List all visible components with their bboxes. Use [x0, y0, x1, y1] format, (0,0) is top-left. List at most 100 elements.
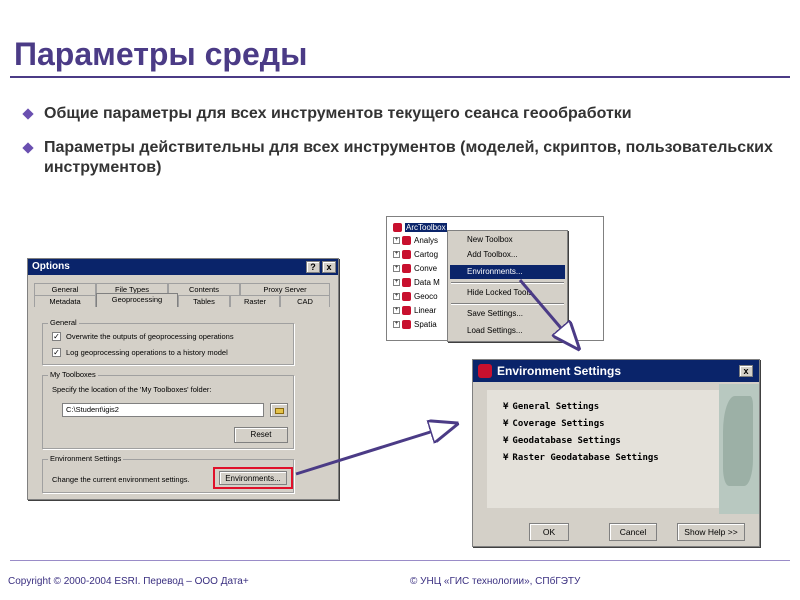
- toolboxes-path-input[interactable]: C:\Student\igis2: [62, 403, 264, 417]
- tab-general[interactable]: General: [34, 283, 96, 295]
- cancel-button[interactable]: Cancel: [609, 523, 657, 541]
- options-dialog: Options ? x General File Types Contents …: [27, 258, 339, 500]
- toolbox-icon: [402, 250, 411, 260]
- close-button[interactable]: x: [322, 261, 336, 273]
- tree-item[interactable]: + Geoco: [393, 290, 438, 303]
- environment-description: Change the current environment settings.: [52, 475, 190, 484]
- tab-cad[interactable]: CAD: [280, 295, 330, 307]
- tree-item[interactable]: + Cartog: [393, 248, 438, 261]
- title-divider: [10, 76, 790, 78]
- tree-item-label: Analys: [414, 236, 439, 245]
- bullet-list: Общие параметры для всех инструментов те…: [22, 104, 792, 192]
- chevron-down-icon: ¥: [503, 453, 509, 463]
- footer-copyright: Copyright © 2000-2004 ESRI. Перевод – ОО…: [8, 576, 249, 587]
- tree-item[interactable]: + Conve: [393, 262, 437, 275]
- tab-metadata[interactable]: Metadata: [34, 295, 96, 307]
- env-titlebar[interactable]: Environment Settings x: [473, 360, 759, 382]
- tree-item[interactable]: + Analys: [393, 234, 438, 247]
- expand-icon[interactable]: +: [393, 293, 400, 301]
- options-title: Options: [32, 261, 70, 272]
- folder-icon: [275, 408, 284, 414]
- menu-item-add-toolbox[interactable]: Add Toolbox...: [450, 248, 565, 262]
- reset-button[interactable]: Reset: [234, 427, 288, 443]
- general-group: [42, 323, 294, 365]
- expand-icon[interactable]: +: [393, 321, 400, 329]
- expand-icon[interactable]: +: [393, 237, 400, 245]
- show-help-button[interactable]: Show Help >>: [677, 523, 745, 541]
- environments-highlight-box: Environments...: [213, 467, 293, 489]
- log-history-label: Log geoprocessing operations to a histor…: [66, 348, 228, 357]
- toolboxes-group-label: My Toolboxes: [48, 370, 98, 379]
- toolbox-context-menu: New Toolbox Add Toolbox... Environments.…: [447, 230, 568, 342]
- tab-proxy-server[interactable]: Proxy Server: [240, 283, 330, 295]
- toolbox-icon: [402, 306, 411, 316]
- log-history-checkbox[interactable]: ✓: [52, 348, 61, 357]
- env-title: Environment Settings: [497, 364, 622, 378]
- expand-icon[interactable]: +: [393, 265, 400, 273]
- toolbox-icon: [402, 264, 411, 274]
- tab-contents[interactable]: Contents: [168, 283, 240, 295]
- options-titlebar[interactable]: Options ? x: [28, 259, 338, 275]
- tree-item-label: Linear: [414, 306, 437, 315]
- browse-folder-button[interactable]: [270, 403, 288, 417]
- bullet-text: Параметры действительны для всех инструм…: [44, 139, 773, 176]
- bullet-item: Параметры действительны для всех инструм…: [22, 138, 792, 178]
- env-section-general[interactable]: ¥ General Settings: [503, 402, 599, 412]
- overwrite-label: Overwrite the outputs of geoprocessing o…: [66, 332, 234, 341]
- expand-icon[interactable]: +: [393, 307, 400, 315]
- toolbox-icon: [402, 236, 411, 246]
- bullet-text: Общие параметры для всех инструментов те…: [44, 105, 632, 122]
- toolbox-icon: [402, 292, 411, 302]
- menu-item-hide-locked-tools[interactable]: Hide Locked Tools: [450, 286, 565, 300]
- env-section-label: Raster Geodatabase Settings: [512, 453, 659, 463]
- tree-item[interactable]: + Linear: [393, 304, 436, 317]
- menu-item-load-settings[interactable]: Load Settings...: [450, 324, 565, 338]
- ok-button[interactable]: OK: [529, 523, 569, 541]
- env-section-coverage[interactable]: ¥ Coverage Settings: [503, 419, 605, 429]
- env-section-raster-geodatabase[interactable]: ¥ Raster Geodatabase Settings: [503, 453, 659, 463]
- footer-divider: [10, 560, 790, 561]
- tree-item-label: Conve: [414, 264, 438, 273]
- chevron-down-icon: ¥: [503, 402, 509, 412]
- arctoolbox-app-icon: [478, 364, 492, 378]
- expand-icon[interactable]: +: [393, 251, 400, 259]
- tree-root-label: ArcToolbox: [405, 223, 447, 232]
- toolboxes-description: Specify the location of the 'My Toolboxe…: [52, 385, 212, 394]
- diamond-bullet-icon: [22, 108, 34, 120]
- expand-icon[interactable]: +: [393, 279, 400, 287]
- env-section-geodatabase[interactable]: ¥ Geodatabase Settings: [503, 436, 621, 446]
- tree-item[interactable]: + Data M: [393, 276, 440, 289]
- bullet-item: Общие параметры для всех инструментов те…: [22, 104, 792, 124]
- environment-group-label: Environment Settings: [48, 454, 124, 463]
- general-group-label: General: [48, 318, 79, 327]
- chevron-down-icon: ¥: [503, 436, 509, 446]
- toolbox-icon: [402, 278, 411, 288]
- tree-item[interactable]: + Spatia: [393, 318, 437, 331]
- env-section-label: Coverage Settings: [512, 419, 605, 429]
- map-background-image: [719, 384, 759, 514]
- env-section-label: General Settings: [512, 402, 600, 412]
- toolbox-icon: [402, 320, 411, 330]
- menu-separator: [451, 303, 564, 305]
- environments-button[interactable]: Environments...: [219, 471, 287, 485]
- tab-tables[interactable]: Tables: [178, 295, 230, 307]
- tree-item-label: Data M: [414, 278, 440, 287]
- close-button[interactable]: x: [739, 365, 753, 377]
- tab-geoprocessing[interactable]: Geoprocessing: [96, 293, 178, 307]
- env-section-label: Geodatabase Settings: [512, 436, 621, 446]
- footer-credit: © УНЦ «ГИС технологии», СПбГЭТУ: [410, 576, 581, 587]
- environment-settings-dialog: Environment Settings x ¥ General Settings…: [472, 359, 760, 547]
- overwrite-checkbox[interactable]: ✓: [52, 332, 61, 341]
- tree-root[interactable]: ArcToolbox: [393, 221, 447, 234]
- diamond-bullet-icon: [22, 142, 34, 154]
- menu-item-new-toolbox[interactable]: New Toolbox: [450, 233, 565, 247]
- menu-item-environments[interactable]: Environments...: [450, 265, 565, 279]
- toolbox-icon: [393, 223, 402, 233]
- tree-item-label: Spatia: [414, 320, 437, 329]
- tree-item-label: Geoco: [414, 292, 438, 301]
- tab-raster[interactable]: Raster: [230, 295, 280, 307]
- chevron-down-icon: ¥: [503, 419, 509, 429]
- help-button[interactable]: ?: [306, 261, 320, 273]
- menu-separator: [451, 282, 564, 284]
- menu-item-save-settings[interactable]: Save Settings...: [450, 307, 565, 321]
